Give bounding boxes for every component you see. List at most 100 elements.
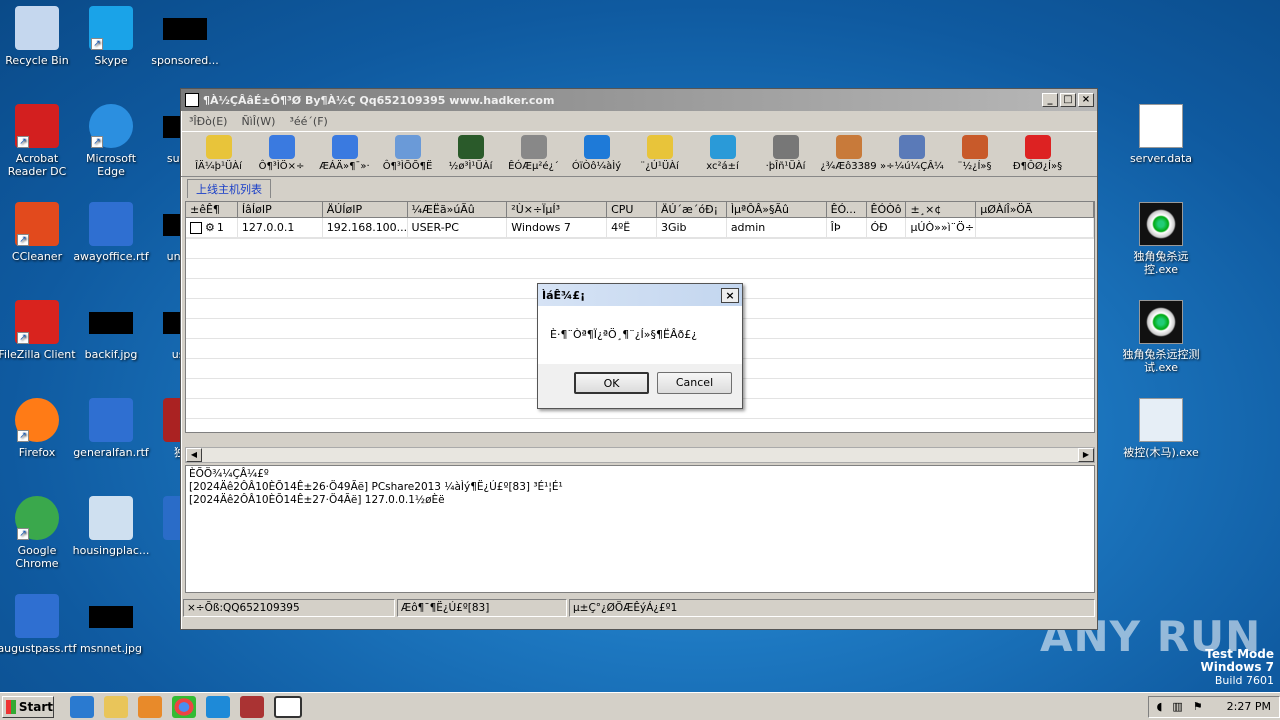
dialog-titlebar[interactable]: ÌáÊ¾£¡ × bbox=[538, 284, 742, 306]
desktop-icon-4-icon: ↗ bbox=[89, 104, 133, 148]
toolbar-button-3[interactable]: Ô¶³ÌÕÕ¶Ë bbox=[376, 132, 439, 172]
toolbar-button-1-icon bbox=[268, 135, 295, 159]
maximize-button[interactable]: □ bbox=[1060, 93, 1076, 107]
toolbar-button-0[interactable]: ÎÄ¼þ¹ÜÀí bbox=[187, 132, 250, 172]
winrar-icon[interactable] bbox=[240, 695, 264, 718]
network-icon[interactable]: ▥ bbox=[1172, 700, 1182, 713]
toolbar-button-11[interactable]: »÷¼ú¼ÇÂ¼ bbox=[880, 132, 944, 172]
table-row[interactable]: ⚙ 1 127.0.0.1 192.168.100.... USER-PC Windows… bbox=[186, 218, 1094, 238]
desktop-icon-19[interactable]: msnnet.jpg bbox=[71, 594, 151, 655]
status-count: µ±Ç°¿ØÖÆÊýÁ¿£º1 bbox=[569, 599, 1095, 617]
column-header-1[interactable]: ÍâÍøIP bbox=[238, 202, 323, 217]
column-header-7[interactable]: ÌµªÔÂ»§Ãû bbox=[727, 202, 827, 217]
desktop-icon-1[interactable]: ↗ Skype bbox=[71, 6, 151, 67]
toolbar-button-12[interactable]: ¨½¿Í»§ bbox=[943, 132, 1006, 172]
column-header-4[interactable]: ²Ù×÷ÏµÍ³ bbox=[507, 202, 608, 217]
desktop-icon-label: Acrobat Reader DC bbox=[7, 152, 67, 178]
ie-icon[interactable] bbox=[70, 695, 94, 718]
desktop-file-3[interactable]: 被控(木马).exe bbox=[1121, 398, 1201, 459]
confirm-dialog: ÌáÊ¾£¡ × È·¶¨Òª¶Ï¿ªÖ¸¶¨¿Í»§¶ËÂð£¿ OK Can… bbox=[537, 283, 743, 409]
toolbar-label: ÊÓÆµ²é¿´ bbox=[508, 161, 559, 172]
toolbar-button-2[interactable]: ÆÁÄ»¶¯»· bbox=[313, 132, 376, 172]
toolbar-label: ¿¾Æô3389 bbox=[820, 161, 877, 172]
table-cell-5: 4ºË bbox=[607, 218, 657, 237]
toolbar-label: ÓïÒô¼àÌý bbox=[571, 161, 622, 172]
table-cell-7: admin bbox=[727, 218, 827, 237]
toolbar-button-13[interactable]: Ð¶ÔØ¿Í»§ bbox=[1006, 132, 1069, 172]
cancel-button[interactable]: Cancel bbox=[657, 372, 732, 394]
dialog-title: ÌáÊ¾£¡ bbox=[542, 288, 586, 302]
desktop-icon-12[interactable]: ↗ Firefox bbox=[0, 398, 77, 459]
horizontal-scrollbar[interactable]: ◀ ▶ bbox=[185, 447, 1095, 463]
column-header-3[interactable]: ¼ÆËã»úÃû bbox=[408, 202, 508, 217]
desktop-icon-10[interactable]: backif.jpg bbox=[71, 300, 151, 361]
toolbar-button-4[interactable]: ½ø³Ì¹ÜÀí bbox=[439, 132, 502, 172]
start-label: Start bbox=[18, 699, 53, 714]
desktop-icon-3[interactable]: ↗ Acrobat Reader DC bbox=[0, 104, 77, 178]
desktop-icon-13[interactable]: generalfan.rtf bbox=[71, 398, 151, 459]
toolbar-label: Ð¶ÔØ¿Í»§ bbox=[1012, 161, 1063, 172]
toolbar-button-6[interactable]: ÓïÒô¼àÌý bbox=[565, 132, 628, 172]
minimize-button[interactable]: _ bbox=[1042, 93, 1058, 107]
column-header-5[interactable]: CPU bbox=[607, 202, 657, 217]
speaker-icon[interactable]: ◖ bbox=[1157, 700, 1163, 713]
scroll-left-icon[interactable]: ◀ bbox=[186, 448, 202, 462]
desktop-icon-7-icon bbox=[89, 202, 133, 246]
desktop-icon-9[interactable]: ↗ FileZilla Client bbox=[0, 300, 77, 361]
column-header-8[interactable]: ÊÓ... bbox=[827, 202, 867, 217]
window-titlebar[interactable]: ¶À½ÇÂâÉ±Ô¶³Ø By¶À½Ç Qq652109395 www.hadk… bbox=[181, 89, 1097, 111]
toolbar-button-7-icon bbox=[646, 135, 673, 159]
column-header-10[interactable]: ±¸×¢ bbox=[906, 202, 977, 217]
window-title: ¶À½ÇÂâÉ±Ô¶³Ø By¶À½Ç Qq652109395 www.hadk… bbox=[203, 93, 555, 107]
desktop-icon-7[interactable]: awayoffice.rtf bbox=[71, 202, 151, 263]
desktop-file-2[interactable]: 独角兔杀远控测试.exe bbox=[1121, 300, 1201, 374]
clock[interactable]: 2:27 PM bbox=[1227, 700, 1271, 713]
desktop-icon-18[interactable]: augustpass.rtf bbox=[0, 594, 77, 655]
media-player-icon[interactable] bbox=[138, 695, 162, 718]
scroll-right-icon[interactable]: ▶ bbox=[1078, 448, 1094, 462]
menu-item-0[interactable]: ³ÎÐò(E) bbox=[189, 115, 227, 128]
toolbar-button-9[interactable]: ·þÎñ¹ÜÀí bbox=[754, 132, 817, 172]
close-button[interactable]: × bbox=[1078, 93, 1094, 107]
toolbar-button-8[interactable]: xc²á±í bbox=[691, 132, 754, 172]
row-checkbox[interactable] bbox=[190, 222, 202, 234]
column-header-6[interactable]: ÄÚ´æ´óÐ¡ bbox=[657, 202, 727, 217]
toolbar-label: Ô¶³ÌÖ×÷ bbox=[258, 161, 305, 172]
desktop-icon-label: awayoffice.rtf bbox=[73, 250, 149, 263]
desktop-icon-6[interactable]: ↗ CCleaner bbox=[0, 202, 77, 263]
desktop-icon-15[interactable]: ↗ Google Chrome bbox=[0, 496, 77, 570]
column-header-0[interactable]: ±êÊ¶ bbox=[186, 202, 238, 217]
desktop-icon-4[interactable]: ↗ Microsoft Edge bbox=[71, 104, 151, 178]
explorer-icon[interactable] bbox=[104, 695, 128, 718]
desktop-file-0[interactable]: server.data bbox=[1121, 104, 1201, 165]
app-icon bbox=[185, 93, 199, 107]
column-header-11[interactable]: µØÀíÎ»ÖÃ bbox=[976, 202, 1094, 217]
toolbar-button-10[interactable]: ¿¾Æô3389 bbox=[817, 132, 880, 172]
flag-icon[interactable]: ⚑ bbox=[1193, 700, 1203, 713]
edge-icon[interactable] bbox=[206, 695, 230, 718]
menu-item-2[interactable]: ³éé´(F) bbox=[289, 115, 327, 128]
desktop-icon-0[interactable]: Recycle Bin bbox=[0, 6, 77, 67]
dialog-close-icon[interactable]: × bbox=[721, 287, 739, 303]
ok-button[interactable]: OK bbox=[574, 372, 649, 394]
column-header-2[interactable]: ÄÚÍøIP bbox=[323, 202, 408, 217]
toolbar-button-7[interactable]: ¨¿Ú¹ÜÀí bbox=[628, 132, 691, 172]
desktop-icon-2[interactable]: sponsored... bbox=[145, 6, 225, 67]
toolbar-button-5-icon bbox=[520, 135, 547, 159]
start-button[interactable]: Start bbox=[2, 695, 54, 718]
toolbar-button-1[interactable]: Ô¶³ÌÖ×÷ bbox=[250, 132, 313, 172]
toolbar-button-5[interactable]: ÊÓÆµ²é¿´ bbox=[502, 132, 565, 172]
desktop-file-1[interactable]: 独角兔杀远控.exe bbox=[1121, 202, 1201, 276]
desktop-icon-16[interactable]: housingplac... bbox=[71, 496, 151, 557]
app-task-icon[interactable] bbox=[274, 695, 302, 718]
toolbar-label: ÆÁÄ»¶¯»· bbox=[319, 161, 370, 172]
menu-item-1[interactable]: ÑìÎ(W) bbox=[241, 115, 275, 128]
tab-online-hosts[interactable]: 上线主机列表 bbox=[187, 179, 271, 198]
test-mode-watermark: Test Mode Windows 7 Build 7601 bbox=[1201, 647, 1274, 688]
toolbar-button-12-icon bbox=[961, 135, 988, 159]
table-cell-4: Windows 7 bbox=[507, 218, 608, 237]
column-header-9[interactable]: ÊÓÒô bbox=[867, 202, 907, 217]
watermark-test-mode: Test Mode bbox=[1205, 647, 1274, 661]
chrome-icon[interactable] bbox=[172, 695, 196, 718]
toolbar-button-6-icon bbox=[583, 135, 610, 159]
